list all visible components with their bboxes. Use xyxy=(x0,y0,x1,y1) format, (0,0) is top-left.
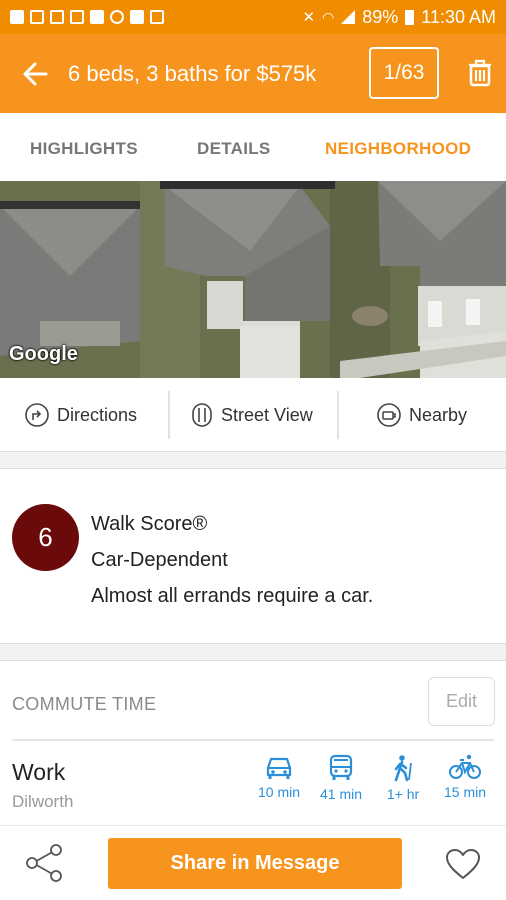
tab-highlights[interactable]: HIGHLIGHTS xyxy=(30,139,138,159)
tab-details[interactable]: DETAILS xyxy=(197,139,271,159)
notification-icons xyxy=(10,10,164,24)
back-button[interactable] xyxy=(12,51,58,97)
photo-counter[interactable]: 1/63 xyxy=(369,47,439,99)
map-actions: Directions Street View Nearby xyxy=(0,378,506,452)
commute-time-car: 10 min xyxy=(257,784,301,800)
share-in-message-button[interactable]: Share in Message xyxy=(108,838,402,889)
commute-mode-bike[interactable]: 15 min xyxy=(435,754,495,800)
nearby-label: Nearby xyxy=(409,404,468,425)
app-header: 6 beds, 3 baths for $575k 1/63 xyxy=(0,34,506,113)
image-icon xyxy=(30,10,44,24)
warning-icon xyxy=(10,10,24,24)
wifi-icon: ◠ xyxy=(322,8,335,25)
commute-area: Dilworth xyxy=(12,792,74,811)
walk-score-description: Almost all errands require a car. xyxy=(91,585,374,607)
satellite-map[interactable]: Google xyxy=(0,181,506,378)
clock: 11:30 AM xyxy=(421,6,496,27)
bike-icon xyxy=(449,754,481,779)
tab-neighborhood[interactable]: NEIGHBORHOOD xyxy=(325,139,471,159)
tablet-icon xyxy=(70,10,84,24)
street-view-icon xyxy=(192,403,212,427)
nearby-button[interactable]: Nearby xyxy=(376,378,467,452)
share-button[interactable] xyxy=(24,844,64,887)
divider xyxy=(168,391,170,439)
divider xyxy=(337,391,339,439)
commute-section: COMMUTE TIME Edit Work Dilworth 10 min 4… xyxy=(0,662,506,825)
street-view-button[interactable]: Street View xyxy=(190,378,313,452)
nearby-icon xyxy=(377,403,401,427)
battery-level: 89% xyxy=(362,6,399,27)
delete-button[interactable] xyxy=(460,51,500,95)
share-icon xyxy=(26,844,62,882)
map-attribution: Google xyxy=(9,343,78,365)
walk-score-title: Walk Score® xyxy=(91,513,208,535)
car-icon xyxy=(266,757,292,779)
heart-icon xyxy=(446,849,480,879)
listing-title: 6 beds, 3 baths for $575k xyxy=(68,60,317,86)
trash-icon xyxy=(469,59,491,87)
commute-time-bus: 41 min xyxy=(319,786,363,802)
section-spacer xyxy=(0,643,506,661)
receipt-icon xyxy=(150,10,164,24)
commute-mode-walk[interactable]: 1+ hr xyxy=(373,754,433,802)
bus-icon xyxy=(329,754,353,780)
commute-time-bike: 15 min xyxy=(443,784,487,800)
dropbox-icon xyxy=(90,10,104,24)
weather-icon xyxy=(110,10,124,24)
commute-time-walk: 1+ hr xyxy=(386,786,420,802)
walk-score-badge: 6 xyxy=(12,504,79,571)
street-view-label: Street View xyxy=(221,404,313,425)
tab-bar: HIGHLIGHTS DETAILS NEIGHBORHOOD xyxy=(0,113,506,181)
walk-score-card: 6 Walk Score® Car-Dependent Almost all e… xyxy=(0,470,506,643)
divider xyxy=(12,739,494,741)
bottom-action-bar: Share in Message xyxy=(0,825,506,900)
commute-mode-car[interactable]: 10 min xyxy=(249,754,309,800)
commute-mode-bus[interactable]: 41 min xyxy=(311,754,371,802)
signal-icon xyxy=(341,10,356,24)
home-icon xyxy=(130,10,144,24)
status-bar: ✕ ◠ 89% 11:30 AM xyxy=(0,0,506,34)
section-spacer xyxy=(0,452,506,469)
commute-destination: Work xyxy=(12,759,66,785)
directions-label: Directions xyxy=(57,404,138,425)
commute-heading: COMMUTE TIME xyxy=(12,694,157,714)
gallery-icon xyxy=(50,10,64,24)
directions-button[interactable]: Directions xyxy=(24,378,137,452)
battery-icon xyxy=(405,9,415,25)
directions-icon xyxy=(25,403,49,427)
arrow-left-icon xyxy=(23,62,48,85)
favorite-button[interactable] xyxy=(445,848,481,885)
mute-icon: ✕ xyxy=(302,9,316,26)
edit-commute-button[interactable]: Edit xyxy=(428,677,495,726)
walk-score-category: Car-Dependent xyxy=(91,549,228,571)
walk-icon xyxy=(394,755,412,782)
